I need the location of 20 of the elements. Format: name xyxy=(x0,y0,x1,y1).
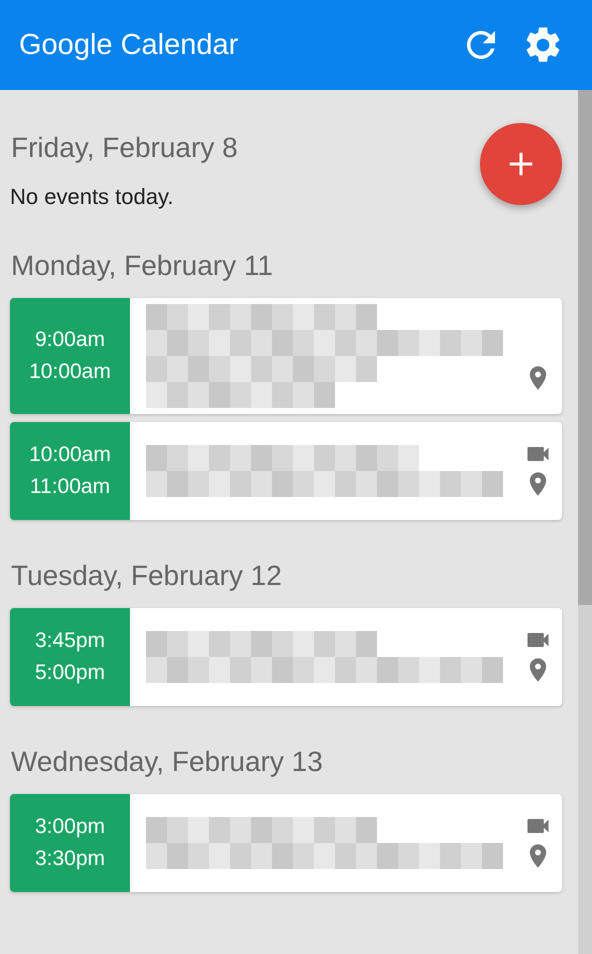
event-card[interactable]: 3:00pm 3:30pm xyxy=(10,794,562,892)
end-time: 5:00pm xyxy=(34,660,106,686)
event-card[interactable]: 10:00am 11:00am xyxy=(10,422,562,520)
start-time: 3:45pm xyxy=(34,628,106,654)
day-heading: Monday, February 11 xyxy=(11,250,273,282)
start-time: 10:00am xyxy=(29,442,111,468)
empty-message: No events today. xyxy=(10,184,174,210)
end-time: 11:00am xyxy=(30,474,110,500)
end-time: 3:30pm xyxy=(34,846,106,872)
event-card[interactable]: 3:45pm 5:00pm xyxy=(10,608,562,706)
day-heading: Tuesday, February 12 xyxy=(11,560,282,592)
end-time: 10:00am xyxy=(29,359,111,385)
scrollbar-thumb[interactable] xyxy=(578,90,592,605)
app-title: Google Calendar xyxy=(19,28,238,62)
day-heading: Friday, February 8 xyxy=(11,132,238,164)
start-time: 9:00am xyxy=(34,327,106,353)
start-time: 3:00pm xyxy=(34,814,106,840)
day-heading: Wednesday, February 13 xyxy=(11,746,323,778)
add-event-button[interactable] xyxy=(480,123,562,205)
event-card[interactable]: 9:00am 10:00am xyxy=(10,298,562,414)
